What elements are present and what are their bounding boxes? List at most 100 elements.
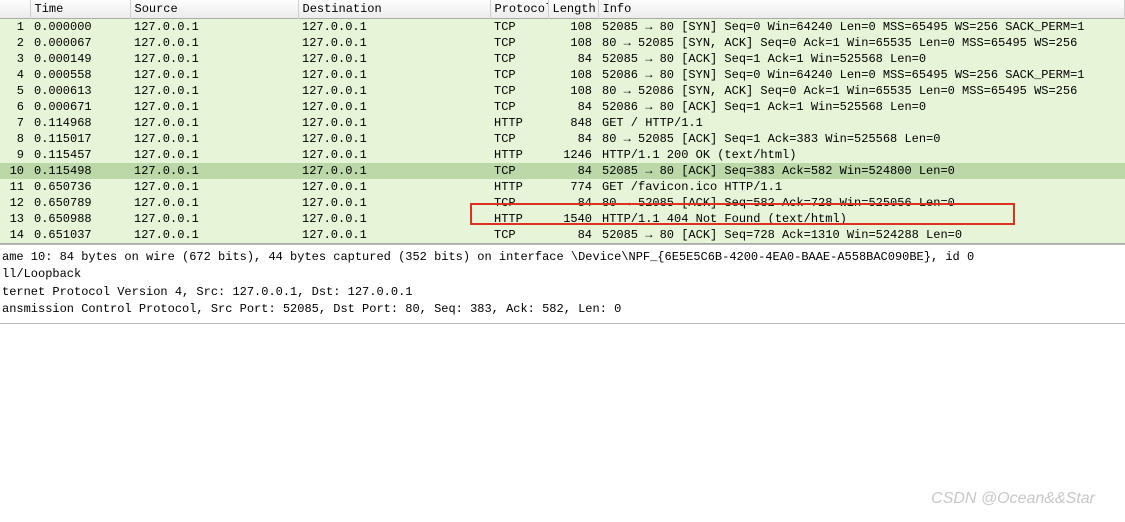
- cell-source: 127.0.0.1: [130, 35, 298, 51]
- col-header-info[interactable]: Info: [598, 0, 1125, 19]
- cell-length: 108: [548, 67, 598, 83]
- cell-time: 0.000558: [30, 67, 130, 83]
- detail-loopback-line[interactable]: ll/Loopback: [0, 266, 1125, 283]
- packet-row[interactable]: 90.115457127.0.0.1127.0.0.1HTTP1246HTTP/…: [0, 147, 1125, 163]
- cell-protocol: TCP: [490, 19, 548, 36]
- cell-length: 1246: [548, 147, 598, 163]
- cell-length: 848: [548, 115, 598, 131]
- packet-row[interactable]: 30.000149127.0.0.1127.0.0.1TCP8452085 → …: [0, 51, 1125, 67]
- cell-source: 127.0.0.1: [130, 227, 298, 243]
- col-header-protocol[interactable]: Protocol: [490, 0, 548, 19]
- cell-source: 127.0.0.1: [130, 131, 298, 147]
- packet-row[interactable]: 50.000613127.0.0.1127.0.0.1TCP10880 → 52…: [0, 83, 1125, 99]
- cell-protocol: TCP: [490, 51, 548, 67]
- cell-protocol: HTTP: [490, 115, 548, 131]
- cell-info: 80 → 52085 [ACK] Seq=1 Ack=383 Win=52556…: [598, 131, 1125, 147]
- cell-protocol: TCP: [490, 195, 548, 211]
- cell-time: 0.650988: [30, 211, 130, 227]
- cell-destination: 127.0.0.1: [298, 195, 490, 211]
- cell-time: 0.115017: [30, 131, 130, 147]
- cell-no: 11: [0, 179, 30, 195]
- cell-protocol: TCP: [490, 131, 548, 147]
- detail-tcp-line[interactable]: ansmission Control Protocol, Src Port: 5…: [0, 301, 1125, 318]
- cell-protocol: TCP: [490, 99, 548, 115]
- cell-protocol: HTTP: [490, 179, 548, 195]
- cell-destination: 127.0.0.1: [298, 99, 490, 115]
- cell-length: 84: [548, 227, 598, 243]
- cell-destination: 127.0.0.1: [298, 179, 490, 195]
- packet-row[interactable]: 110.650736127.0.0.1127.0.0.1HTTP774GET /…: [0, 179, 1125, 195]
- cell-time: 0.000149: [30, 51, 130, 67]
- col-header-time[interactable]: Time: [30, 0, 130, 19]
- packet-details-pane[interactable]: ame 10: 84 bytes on wire (672 bits), 44 …: [0, 244, 1125, 324]
- cell-destination: 127.0.0.1: [298, 51, 490, 67]
- cell-length: 84: [548, 163, 598, 179]
- cell-length: 84: [548, 99, 598, 115]
- cell-destination: 127.0.0.1: [298, 35, 490, 51]
- cell-info: HTTP/1.1 404 Not Found (text/html): [598, 211, 1125, 227]
- cell-length: 1540: [548, 211, 598, 227]
- cell-time: 0.000613: [30, 83, 130, 99]
- packet-row[interactable]: 140.651037127.0.0.1127.0.0.1TCP8452085 →…: [0, 227, 1125, 243]
- cell-no: 4: [0, 67, 30, 83]
- cell-info: 80 → 52086 [SYN, ACK] Seq=0 Ack=1 Win=65…: [598, 83, 1125, 99]
- cell-protocol: TCP: [490, 163, 548, 179]
- packet-row[interactable]: 70.114968127.0.0.1127.0.0.1HTTP848GET / …: [0, 115, 1125, 131]
- cell-protocol: TCP: [490, 227, 548, 243]
- packet-row[interactable]: 80.115017127.0.0.1127.0.0.1TCP8480 → 520…: [0, 131, 1125, 147]
- cell-no: 8: [0, 131, 30, 147]
- cell-no: 9: [0, 147, 30, 163]
- cell-destination: 127.0.0.1: [298, 115, 490, 131]
- packet-row[interactable]: 60.000671127.0.0.1127.0.0.1TCP8452086 → …: [0, 99, 1125, 115]
- cell-no: 14: [0, 227, 30, 243]
- watermark-text: CSDN @Ocean&&Star: [931, 490, 1095, 508]
- packet-row[interactable]: 40.000558127.0.0.1127.0.0.1TCP10852086 →…: [0, 67, 1125, 83]
- cell-source: 127.0.0.1: [130, 83, 298, 99]
- cell-time: 0.000000: [30, 19, 130, 36]
- cell-protocol: HTTP: [490, 147, 548, 163]
- cell-source: 127.0.0.1: [130, 179, 298, 195]
- cell-destination: 127.0.0.1: [298, 19, 490, 36]
- cell-time: 0.650789: [30, 195, 130, 211]
- packet-table-header[interactable]: Time Source Destination Protocol Length …: [0, 0, 1125, 19]
- cell-destination: 127.0.0.1: [298, 211, 490, 227]
- detail-frame-line[interactable]: ame 10: 84 bytes on wire (672 bits), 44 …: [0, 249, 1125, 266]
- cell-destination: 127.0.0.1: [298, 163, 490, 179]
- blank-area: [0, 324, 1125, 402]
- cell-time: 0.115457: [30, 147, 130, 163]
- cell-source: 127.0.0.1: [130, 51, 298, 67]
- cell-info: 52085 → 80 [ACK] Seq=728 Ack=1310 Win=52…: [598, 227, 1125, 243]
- cell-destination: 127.0.0.1: [298, 147, 490, 163]
- cell-protocol: HTTP: [490, 211, 548, 227]
- packet-row[interactable]: 20.000067127.0.0.1127.0.0.1TCP10880 → 52…: [0, 35, 1125, 51]
- cell-protocol: TCP: [490, 67, 548, 83]
- cell-source: 127.0.0.1: [130, 163, 298, 179]
- cell-source: 127.0.0.1: [130, 19, 298, 36]
- col-header-source[interactable]: Source: [130, 0, 298, 19]
- cell-length: 774: [548, 179, 598, 195]
- packet-row[interactable]: 120.650789127.0.0.1127.0.0.1TCP8480 → 52…: [0, 195, 1125, 211]
- cell-destination: 127.0.0.1: [298, 67, 490, 83]
- cell-protocol: TCP: [490, 83, 548, 99]
- packet-row[interactable]: 100.115498127.0.0.1127.0.0.1TCP8452085 →…: [0, 163, 1125, 179]
- cell-no: 6: [0, 99, 30, 115]
- cell-info: 52085 → 80 [ACK] Seq=1 Ack=1 Win=525568 …: [598, 51, 1125, 67]
- col-header-no[interactable]: [0, 0, 30, 19]
- cell-info: 80 → 52085 [SYN, ACK] Seq=0 Ack=1 Win=65…: [598, 35, 1125, 51]
- cell-source: 127.0.0.1: [130, 99, 298, 115]
- cell-time: 0.115498: [30, 163, 130, 179]
- cell-time: 0.000671: [30, 99, 130, 115]
- cell-no: 5: [0, 83, 30, 99]
- packet-row[interactable]: 10.000000127.0.0.1127.0.0.1TCP10852085 →…: [0, 19, 1125, 36]
- cell-no: 3: [0, 51, 30, 67]
- cell-no: 1: [0, 19, 30, 36]
- cell-destination: 127.0.0.1: [298, 227, 490, 243]
- col-header-destination[interactable]: Destination: [298, 0, 490, 19]
- cell-length: 84: [548, 51, 598, 67]
- col-header-length[interactable]: Length: [548, 0, 598, 19]
- cell-destination: 127.0.0.1: [298, 131, 490, 147]
- cell-info: HTTP/1.1 200 OK (text/html): [598, 147, 1125, 163]
- packet-row[interactable]: 130.650988127.0.0.1127.0.0.1HTTP1540HTTP…: [0, 211, 1125, 227]
- cell-info: 52085 → 80 [SYN] Seq=0 Win=64240 Len=0 M…: [598, 19, 1125, 36]
- detail-ip-line[interactable]: ternet Protocol Version 4, Src: 127.0.0.…: [0, 284, 1125, 301]
